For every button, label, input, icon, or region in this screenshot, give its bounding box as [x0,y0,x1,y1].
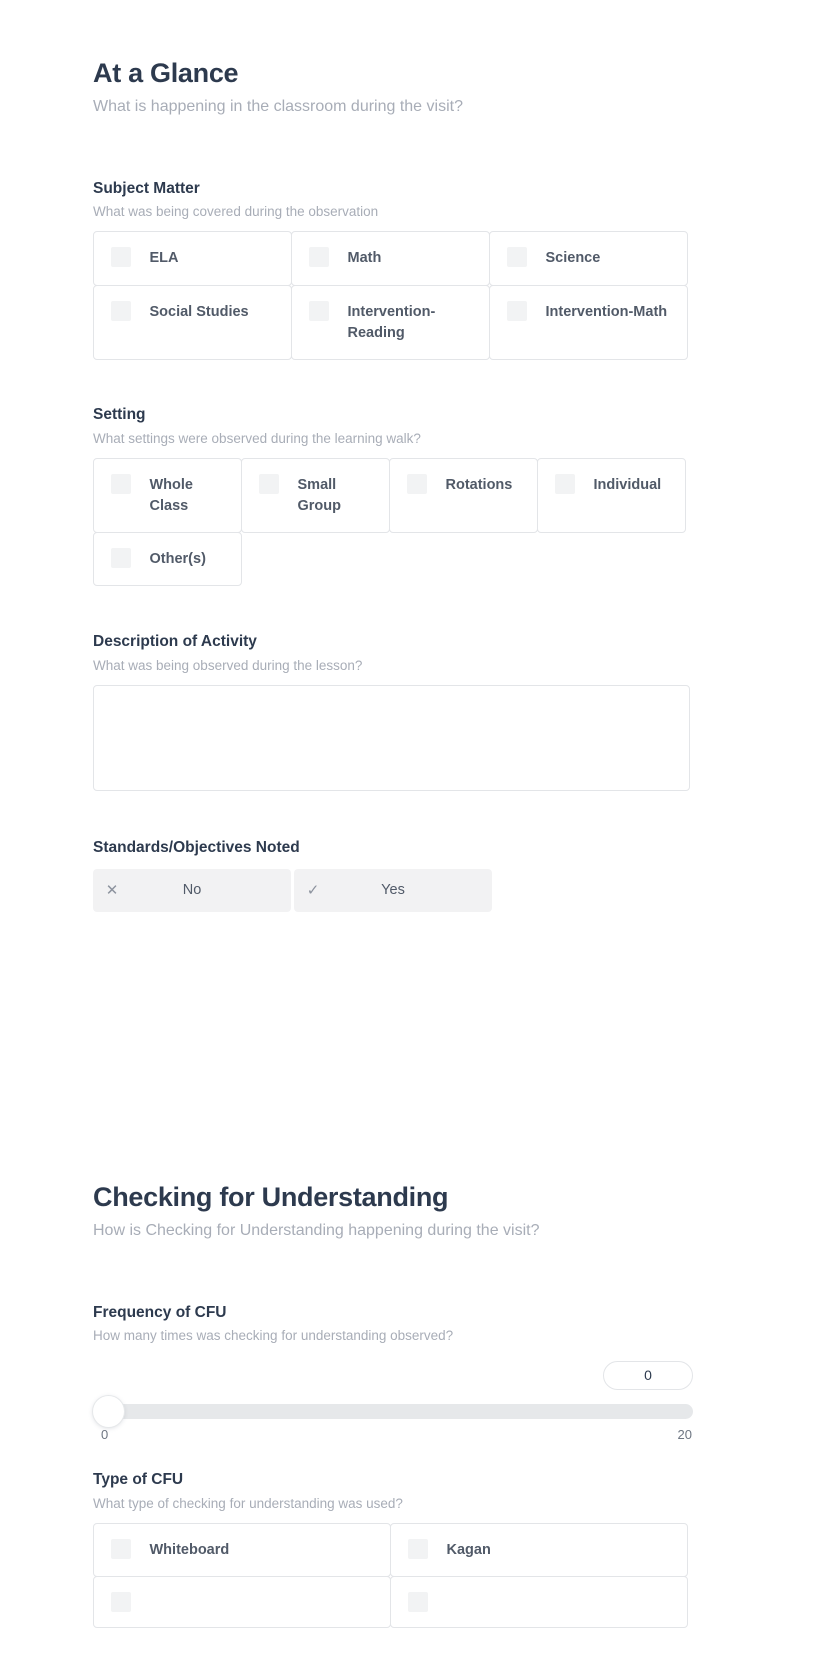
option-intervention-reading[interactable]: Intervention-Reading [290,284,490,360]
checkbox-icon[interactable] [308,300,329,321]
option-math[interactable]: Math [290,231,490,286]
field-sublabel: What was being covered during the observ… [93,204,379,220]
field-sublabel: What settings were observed during the l… [93,430,421,446]
option-social-studies[interactable]: Social Studies [92,284,292,360]
field-label: Standards/Objectives Noted [93,839,300,857]
field-sublabel: What type of checking for understanding … [93,1495,403,1511]
option-small-group[interactable]: Small Group [240,457,390,533]
field-label: Description of Activity [93,633,257,651]
option-rotations[interactable]: Rotations [388,457,538,533]
option-whiteboard[interactable]: Whiteboard [92,1522,391,1577]
form-page: At a Glance What is happening in the cla… [0,0,840,1680]
checkbox-icon[interactable] [110,547,131,568]
checkbox-icon[interactable] [554,473,575,494]
type-of-cfu-options-row2 [92,1575,693,1628]
option-whole-class[interactable]: Whole Class [92,457,242,533]
subject-matter-options: ELA Math Science [92,231,693,286]
section-subtitle: How is Checking for Understanding happen… [93,1222,540,1239]
field-label: Frequency of CFU [93,1303,227,1321]
section-title: At a Glance [93,58,239,88]
field-subject-matter: Subject Matter What was being covered du… [92,179,693,360]
checkbox-icon[interactable] [110,473,131,494]
description-textarea[interactable] [93,685,690,792]
field-sublabel: How many times was checking for understa… [93,1328,454,1344]
option-label: Small Group [297,476,342,514]
section-title: Checking for Understanding [93,1181,449,1212]
section-at-a-glance: At a Glance What is happening in the cla… [93,58,693,118]
standards-toggle-group: ✕ No ✓ Yes [93,868,693,912]
option-label: Social Studies [149,303,249,320]
field-label: Setting [93,406,146,424]
field-frequency-of-cfu: Frequency of CFU How many times was chec… [93,1304,693,1447]
checkbox-icon[interactable] [110,300,131,321]
toggle-yes[interactable]: ✓ Yes [294,868,492,912]
option-label: Science [545,250,601,267]
slider-track[interactable] [101,1403,693,1419]
checkbox-icon[interactable] [506,300,527,321]
option-label: Whiteboard [149,1541,230,1558]
checkbox-icon[interactable] [407,1538,428,1559]
option-label: ELA [149,250,179,267]
form-content: At a Glance What is happening in the cla… [92,0,693,1628]
option-label: Intervention-Reading [347,303,436,341]
checkbox-icon[interactable] [407,1591,428,1612]
option-label: Kagan [446,1541,491,1558]
type-of-cfu-options: Whiteboard Kagan [92,1522,693,1577]
option-science[interactable]: Science [488,231,688,286]
option-label: Other(s) [149,550,206,567]
setting-options-row2: Other(s) [92,531,693,586]
option-intervention-math[interactable]: Intervention-Math [488,284,688,360]
field-label: Type of CFU [93,1470,184,1488]
setting-options: Whole Class Small Group Rotations Indivi… [92,457,693,533]
slider-value-badge[interactable]: 0 [603,1360,693,1390]
option-others[interactable]: Other(s) [92,531,242,586]
slider-max-label: 20 [677,1426,692,1442]
checkbox-icon[interactable] [308,247,329,268]
subject-matter-options-row2: Social Studies Intervention-Reading Inte… [92,284,693,360]
checkbox-icon[interactable] [110,1538,131,1559]
option-label: Math [347,250,382,267]
option-ela[interactable]: ELA [92,231,292,286]
check-icon: ✓ [306,881,320,899]
close-icon: ✕ [105,881,119,899]
field-label: Subject Matter [93,179,200,197]
slider-min-label: 0 [101,1426,109,1442]
option-label: Rotations [445,476,513,493]
section-checking-for-understanding: Checking for Understanding How is Checki… [93,1182,693,1242]
toggle-label: Yes [381,882,405,899]
field-sublabel: What was being observed during the lesso… [93,657,363,673]
option-label: Individual [593,476,662,493]
option-kagan[interactable]: Kagan [389,1522,688,1577]
toggle-no[interactable]: ✕ No [93,868,291,912]
field-type-of-cfu: Type of CFU What type of checking for un… [92,1470,693,1628]
field-description-of-activity: Description of Activity What was being o… [93,633,693,792]
option-individual[interactable]: Individual [536,457,686,533]
checkbox-icon[interactable] [110,247,131,268]
toggle-label: No [182,882,202,899]
option-cfu-row2-right[interactable] [389,1575,688,1628]
section-subtitle: What is happening in the classroom durin… [93,98,463,116]
slider-thumb[interactable] [93,1395,124,1427]
checkbox-icon[interactable] [110,1591,131,1612]
checkbox-icon[interactable] [506,247,527,268]
checkbox-icon[interactable] [258,473,279,494]
field-standards-objectives: Standards/Objectives Noted ✕ No ✓ Yes [93,839,693,912]
option-cfu-row2-left[interactable] [92,1575,391,1628]
checkbox-icon[interactable] [406,473,427,494]
frequency-slider[interactable]: 0 0 20 [93,1360,693,1447]
option-label: Intervention-Math [545,303,668,320]
field-setting: Setting What settings were observed duri… [92,406,693,586]
option-label: Whole Class [149,476,194,514]
